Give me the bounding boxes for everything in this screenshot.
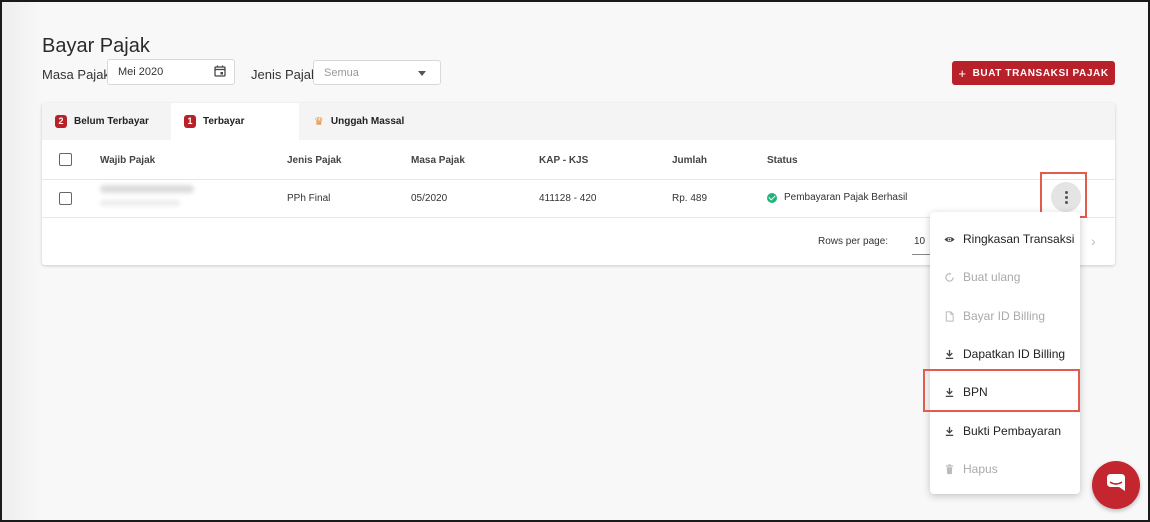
rows-per-page-underline — [912, 254, 930, 255]
cell-jumlah: Rp. 489 — [672, 193, 708, 204]
plus-icon: + — [958, 65, 967, 81]
buat-transaksi-pajak-label: BUAT TRANSAKSI PAJAK — [972, 67, 1109, 79]
masa-pajak-label: Masa Pajak — [42, 67, 110, 82]
jenis-pajak-value: Semua — [324, 67, 359, 79]
menu-item-label: Buat ulang — [963, 270, 1021, 284]
jenis-pajak-label: Jenis Pajak — [251, 67, 318, 82]
column-header-masa-pajak[interactable]: Masa Pajak — [411, 155, 465, 166]
cell-masa-pajak: 05/2020 — [411, 193, 448, 204]
tab-count-badge: 1 — [184, 115, 196, 128]
menu-item-dapatkan-id-billing[interactable]: Dapatkan ID Billing — [930, 335, 1080, 373]
menu-item-label: Bayar ID Billing — [963, 309, 1046, 323]
cell-status: Pembayaran Pajak Berhasil — [767, 192, 907, 203]
row-checkbox[interactable] — [59, 192, 72, 205]
file-icon — [945, 310, 954, 322]
calendar-icon[interactable] — [214, 65, 226, 77]
wajib-pajak-redacted-sub — [100, 200, 180, 206]
column-header-status[interactable]: Status — [767, 155, 798, 166]
header-divider — [42, 179, 1115, 180]
cell-kap-kjs: 411128 - 420 — [539, 193, 597, 204]
page-title: Bayar Pajak — [42, 35, 150, 57]
masa-pajak-input[interactable]: Mei 2020 — [107, 59, 235, 85]
refresh-icon — [945, 271, 954, 282]
masa-pajak-value: Mei 2020 — [118, 66, 164, 78]
menu-item-label: Ringkasan Transaksi — [963, 232, 1075, 246]
menu-item-label: Hapus — [963, 462, 998, 476]
tab-terbayar[interactable]: 1 Terbayar — [171, 103, 299, 140]
menu-item-label: Dapatkan ID Billing — [963, 347, 1066, 361]
tab-label: Belum Terbayar — [74, 116, 149, 127]
select-all-checkbox[interactable] — [59, 153, 72, 166]
chat-bubble-icon — [1107, 474, 1125, 491]
caret-down-icon — [418, 71, 426, 76]
rows-per-page-label: Rows per page: — [818, 236, 889, 247]
cell-jenis-pajak: PPh Final — [287, 193, 331, 204]
column-header-kap-kjs[interactable]: KAP - KJS — [539, 155, 588, 166]
check-circle-icon — [767, 192, 777, 203]
jenis-pajak-select[interactable]: Semua — [313, 60, 441, 85]
tab-unggah-massal[interactable]: ♛ Unggah Massal — [299, 103, 439, 140]
rows-per-page-select[interactable]: 10 — [914, 236, 925, 247]
column-header-jumlah[interactable]: Jumlah — [672, 155, 707, 166]
app-window: Bayar Pajak Masa Pajak Mei 2020 Jenis Pa… — [0, 0, 1150, 522]
status-text: Pembayaran Pajak Berhasil — [784, 192, 908, 203]
menu-item-ringkasan-transaksi[interactable]: Ringkasan Transaksi — [930, 220, 1080, 258]
chevron-right-icon[interactable]: › — [1091, 233, 1096, 249]
column-header-jenis-pajak[interactable]: Jenis Pajak — [287, 155, 341, 166]
trash-icon — [945, 463, 954, 474]
download-icon — [945, 349, 954, 359]
menu-item-label: Bukti Pembayaran — [963, 424, 1062, 438]
menu-item-bukti-pembayaran[interactable]: Bukti Pembayaran — [930, 412, 1080, 450]
tab-label: Unggah Massal — [330, 116, 405, 127]
tab-belum-terbayar[interactable]: 2 Belum Terbayar — [42, 103, 171, 140]
left-shade — [2, 2, 44, 520]
tab-bar: 2 Belum Terbayar 1 Terbayar ♛ Unggah Mas… — [42, 103, 1115, 140]
menu-item-bayar-id-billing[interactable]: Bayar ID Billing — [930, 297, 1080, 335]
buat-transaksi-pajak-button[interactable]: + BUAT TRANSAKSI PAJAK — [952, 61, 1115, 85]
wajib-pajak-redacted — [100, 185, 194, 193]
bpn-highlight-box — [923, 369, 1080, 412]
eye-icon — [944, 236, 955, 242]
tab-count-badge: 2 — [55, 115, 67, 128]
crown-icon: ♛ — [314, 116, 324, 128]
menu-item-buat-ulang[interactable]: Buat ulang — [930, 258, 1080, 296]
tab-label: Terbayar — [203, 116, 245, 127]
row-actions-menu: Ringkasan Transaksi Buat ulang Bayar ID … — [930, 212, 1080, 494]
menu-item-hapus[interactable]: Hapus — [930, 450, 1080, 488]
column-header-wajib-pajak[interactable]: Wajib Pajak — [100, 155, 155, 166]
chat-button[interactable] — [1092, 461, 1140, 509]
download-icon — [945, 426, 954, 436]
